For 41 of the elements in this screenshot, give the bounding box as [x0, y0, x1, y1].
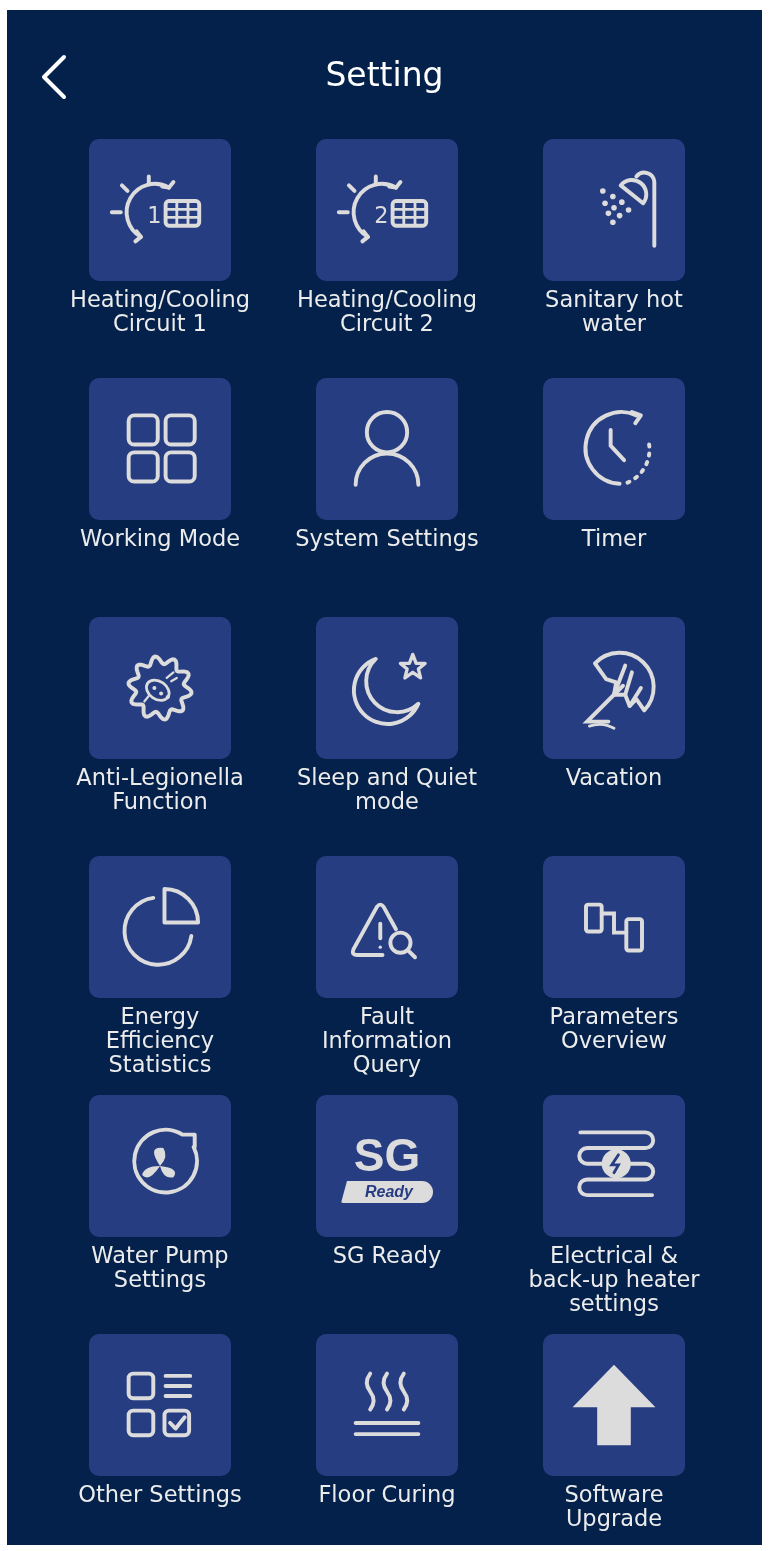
ready-badge: Ready — [341, 1181, 433, 1203]
setting-item[interactable]: Energy Efficiency Statistics — [89, 856, 231, 1076]
sg-logo-text: SG — [353, 1133, 421, 1177]
setting-item[interactable]: Floor Curing — [316, 1334, 458, 1506]
setting-item[interactable]: System Settings — [295, 378, 479, 550]
circuit-number: 2 — [374, 202, 389, 229]
connected-blocks-icon — [584, 902, 644, 953]
warning-search-icon — [350, 902, 417, 960]
setting-item[interactable]: 2 Heating/Cooling Circuit 2 — [296, 139, 477, 335]
setting-item[interactable]: Working Mode — [79, 378, 241, 550]
dial-grid-icon — [109, 174, 202, 244]
pump-fan-icon — [132, 1127, 199, 1195]
heater-coil-icon — [577, 1130, 656, 1198]
moon-star-icon — [352, 652, 427, 726]
setting-item[interactable]: Water Pump Settings — [89, 1095, 231, 1291]
grid-icon — [126, 413, 197, 484]
setting-item[interactable]: Other Settings — [78, 1334, 242, 1506]
setting-item[interactable]: Anti-Legionella Function — [76, 617, 244, 813]
setting-item[interactable]: Timer — [543, 378, 685, 550]
setting-item[interactable]: Electrical & back-up heater settings — [528, 1095, 700, 1315]
setting-item[interactable]: Parameters Overview — [543, 856, 685, 1052]
dial-grid-icon — [336, 174, 429, 244]
setting-item[interactable]: Vacation — [543, 617, 685, 789]
checklist-icon — [126, 1371, 193, 1438]
back-icon — [39, 54, 69, 100]
setting-item[interactable]: Software Upgrade — [543, 1334, 685, 1530]
pie-chart-icon — [122, 886, 201, 967]
floor-heating-icon — [353, 1371, 421, 1437]
page-title: Setting — [325, 55, 444, 95]
umbrella-icon — [582, 650, 656, 730]
setting-item[interactable]: SG Ready SG Ready — [316, 1095, 458, 1267]
bacteria-gear-icon — [126, 654, 194, 722]
setting-item[interactable]: Sanitary hot water — [543, 139, 685, 335]
person-icon — [353, 410, 421, 487]
setting-item[interactable]: 1 Heating/Cooling Circuit 1 — [69, 139, 250, 335]
setting-item[interactable]: Sleep and Quiet mode — [297, 617, 477, 813]
circuit-number: 1 — [147, 202, 162, 229]
setting-item[interactable]: Fault Information Query — [316, 856, 458, 1076]
shower-icon — [600, 170, 657, 248]
upload-arrow-icon — [572, 1364, 656, 1446]
clock-icon — [583, 410, 652, 486]
